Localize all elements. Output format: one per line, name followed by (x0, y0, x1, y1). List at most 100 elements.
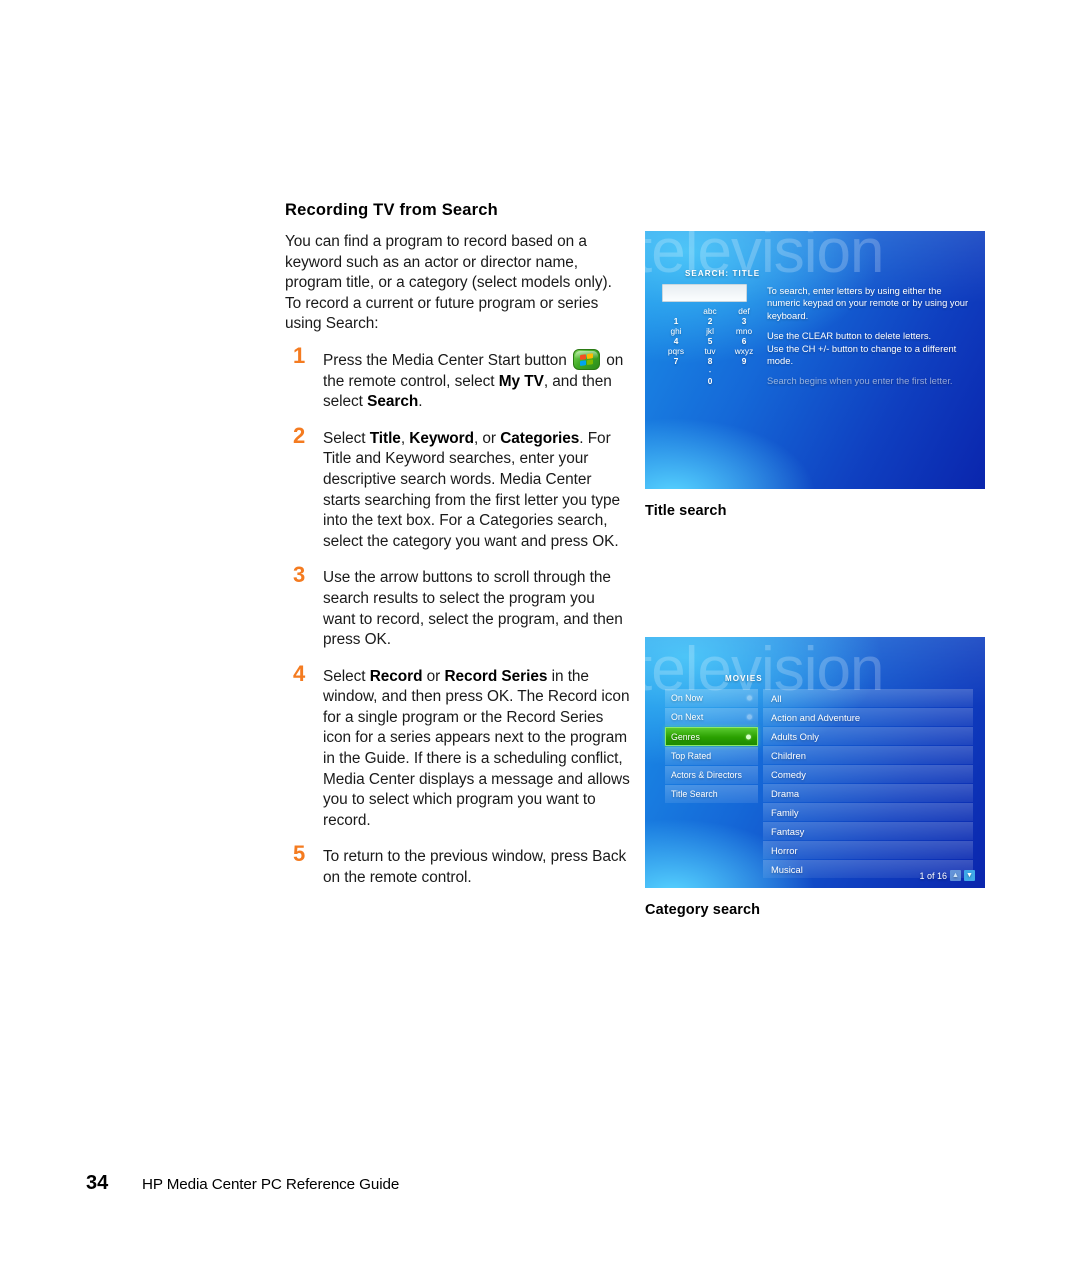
section-heading: Recording TV from Search (285, 201, 498, 219)
keypad-key-letters: jkl (706, 326, 714, 336)
genre-label: Horror (771, 844, 798, 856)
keypad-key-1[interactable]: 1 (659, 306, 693, 326)
instruction-line: Use the CLEAR button to delete letters. (767, 330, 932, 342)
search-instructions: To search, enter letters by using either… (767, 285, 977, 396)
plain-text: , or (473, 429, 501, 447)
genre-list-item[interactable]: Fantasy (763, 822, 973, 840)
category-filter-label: On Next (671, 712, 704, 722)
category-filter-item[interactable]: Actors & Directors (665, 766, 758, 784)
keypad-row: ghi 4 jkl 5 mno 6 (659, 326, 761, 346)
pager-label: 1 of 16 (919, 870, 947, 881)
genre-list-item[interactable]: All (763, 689, 973, 707)
category-filter-item[interactable]: On Now (665, 689, 758, 707)
keypad-key-letters: wxyz (734, 346, 754, 356)
numeric-keypad[interactable]: 1 abc 2 def 3 ghi 4 jkl 5 mno 6 pqrs 7 tuv 8 wxyz 9 -0 (659, 306, 761, 386)
keypad-key-letters (659, 306, 693, 316)
genre-label: Comedy (771, 768, 806, 780)
genre-list-item[interactable]: Family (763, 803, 973, 821)
category-filter-label: Top Rated (671, 751, 712, 761)
keypad-key-letters: abc (703, 306, 717, 316)
step-text: Use the arrow buttons to scroll through … (323, 568, 630, 650)
search-input[interactable] (662, 284, 747, 302)
keypad-key-letters: def (738, 306, 750, 316)
genre-list-item[interactable]: Action and Adventure (763, 708, 973, 726)
step-text: To return to the previous window, press … (323, 847, 630, 888)
keypad-key-letters: mno (735, 326, 753, 336)
genre-label: Fantasy (771, 825, 805, 837)
page-number: 34 (86, 1172, 109, 1194)
chevron-down-icon[interactable]: ▼ (964, 870, 975, 881)
step-number: 2 (293, 422, 306, 448)
genre-list-item[interactable]: Adults Only (763, 727, 973, 745)
keypad-key-letters: - (708, 366, 712, 376)
genre-list-item[interactable]: Horror (763, 841, 973, 859)
genre-results-list[interactable]: All Action and Adventure Adults Only Childr… (763, 689, 973, 879)
screen-header-search-title: SEARCH: TITLE (685, 269, 761, 278)
category-filter-label: Genres (671, 731, 700, 742)
category-filter-item[interactable]: On Next (665, 708, 758, 726)
figure-category-search: television MOVIES On Now On Next Genres Top… (645, 637, 985, 918)
keypad-key-7[interactable]: pqrs 7 (659, 346, 693, 366)
plain-text: Press the Media Center Start button (323, 351, 571, 369)
emphasis-text: Keyword (409, 429, 474, 447)
category-filter-label: Actors & Directors (671, 770, 742, 780)
genre-label: Family (771, 806, 799, 818)
plain-text: . (418, 393, 423, 411)
document-page: Recording TV from Search You can find a … (0, 0, 1080, 1270)
keypad-key-letters: ghi (670, 326, 682, 336)
keypad-key-digit: 9 (741, 356, 747, 366)
instruction-line: To search, enter letters by using either… (767, 285, 969, 321)
category-filter-item[interactable]: Top Rated (665, 747, 758, 765)
keypad-key-digit: 0 (707, 376, 713, 386)
media-center-title-search-screenshot: television SEARCH: TITLE 1 abc 2 def 3 ghi 4 jk… (645, 231, 985, 489)
keypad-row: -0 (659, 366, 761, 386)
category-filter-item[interactable]: Genres (665, 727, 758, 746)
genre-list-item[interactable]: Drama (763, 784, 973, 802)
television-watermark: television (645, 231, 884, 286)
emphasis-text: Record (369, 667, 423, 685)
keypad-key-digit: 8 (707, 356, 713, 366)
guide-title: HP Media Center PC Reference Guide (142, 1176, 400, 1193)
keypad-key-digit: 4 (673, 336, 679, 346)
plain-text: . For Title and Keyword searches, enter … (323, 429, 621, 550)
figure-caption-category-search: Category search (645, 902, 761, 918)
genre-list-item[interactable]: Comedy (763, 765, 973, 783)
category-filter-label: On Now (671, 693, 703, 703)
plain-text: or (422, 667, 445, 685)
media-center-category-search-screenshot: television MOVIES On Now On Next Genres Top… (645, 637, 985, 888)
keypad-key-digit: 2 (707, 316, 713, 326)
keypad-key-5[interactable]: jkl 5 (693, 326, 727, 346)
keypad-key-0[interactable]: -0 (693, 366, 727, 386)
keypad-key-letters: pqrs (667, 346, 685, 356)
genre-label: Adults Only (771, 730, 819, 742)
figure-caption-title-search: Title search (645, 503, 727, 519)
intro-paragraph: You can find a program to record based o… (285, 233, 612, 333)
keypad-row: pqrs 7 tuv 8 wxyz 9 (659, 346, 761, 366)
genre-label: Children (771, 749, 806, 761)
category-filter-list[interactable]: On Now On Next Genres Top Rated Actors & Dir… (665, 689, 758, 804)
step-text: Select Record or Record Series in the wi… (323, 667, 630, 832)
plain-text: in the window, and then press OK. The Re… (323, 667, 630, 829)
pager[interactable]: 1 of 16 ▲ ▼ (919, 870, 975, 881)
plain-text: Select (323, 429, 370, 447)
submenu-indicator-icon (747, 695, 752, 701)
step-number: 5 (293, 841, 306, 867)
category-filter-item[interactable]: Title Search (665, 785, 758, 803)
step-4: 4 Select Record or Record Series in the w… (285, 662, 630, 832)
genre-label: All (771, 692, 782, 704)
genre-list-item[interactable]: Children (763, 746, 973, 764)
plain-text: Select (323, 667, 370, 685)
keypad-key-3[interactable]: def 3 (727, 306, 761, 326)
keypad-key-9[interactable]: wxyz 9 (727, 346, 761, 366)
chevron-up-icon[interactable]: ▲ (950, 870, 961, 881)
emphasis-text: Categories (500, 429, 580, 447)
genre-label: Drama (771, 787, 800, 799)
instruction-hint: Search begins when you enter the first l… (767, 375, 953, 387)
keypad-key-2[interactable]: abc 2 (693, 306, 727, 326)
plain-text: To return to the previous window, press … (323, 848, 627, 887)
keypad-key-4[interactable]: ghi 4 (659, 326, 693, 346)
keypad-key-6[interactable]: mno 6 (727, 326, 761, 346)
keypad-key-8[interactable]: tuv 8 (693, 346, 727, 366)
emphasis-text: Record Series (444, 667, 548, 685)
keypad-key-digit: 3 (741, 316, 747, 326)
